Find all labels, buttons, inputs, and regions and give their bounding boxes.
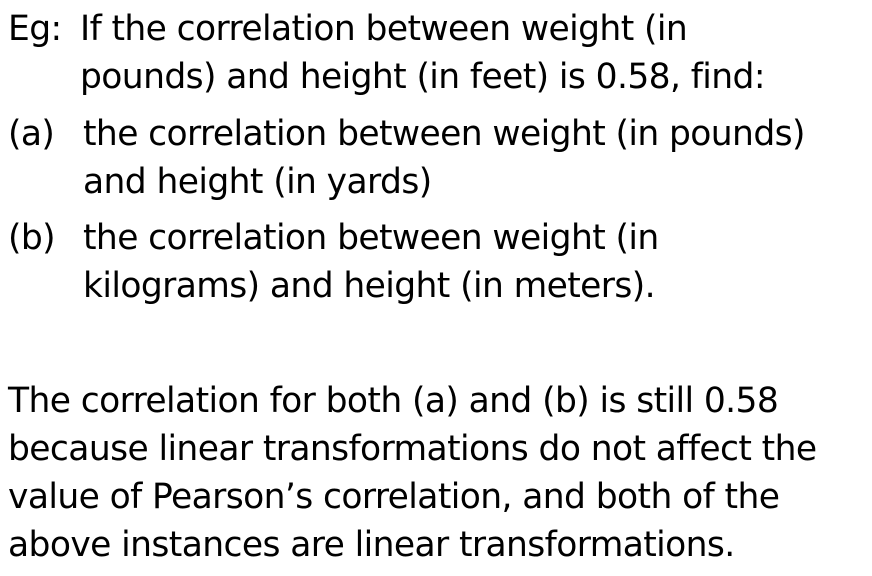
question-text-1: If the correlation between weight (in <box>80 9 688 49</box>
part-a-label: (a) <box>8 114 55 154</box>
answer-line-1: The correlation for both (a) and (b) is … <box>8 381 779 421</box>
part-a-text-1: the correlation between weight (in pound… <box>83 114 805 154</box>
part-b-line-1: (b) the correlation between weight (in <box>8 214 659 262</box>
part-b-label: (b) <box>8 218 56 258</box>
part-b-text-1: the correlation between weight (in <box>83 218 659 258</box>
question-line-2: pounds) and height (in feet) is 0.58, fi… <box>80 57 765 97</box>
part-a-line-1: (a) the correlation between weight (in po… <box>8 110 805 158</box>
answer-line-2: because linear transformations do not af… <box>8 429 817 469</box>
answer-line-4: above instances are linear transformatio… <box>8 525 735 565</box>
question-line-1: Eg: If the correlation between weight (in <box>8 5 688 53</box>
example-label: Eg: <box>8 9 62 49</box>
answer-line-3: value of Pearson’s correlation, and both… <box>8 477 780 517</box>
part-b-line-2: kilograms) and height (in meters). <box>83 266 656 306</box>
slide-page: Eg: If the correlation between weight (in… <box>0 0 872 576</box>
part-a-line-2: and height (in yards) <box>83 162 432 202</box>
